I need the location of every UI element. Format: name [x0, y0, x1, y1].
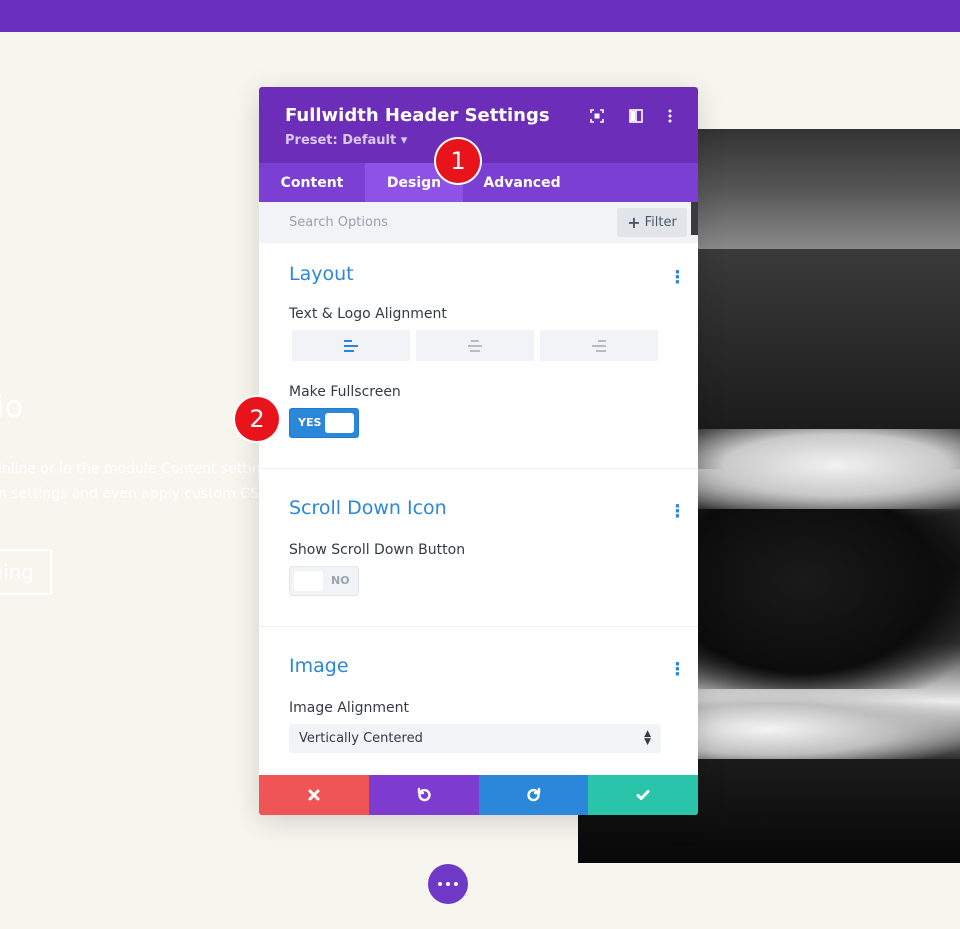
cancel-button[interactable] — [259, 775, 369, 815]
align-left-button[interactable] — [292, 330, 410, 361]
tab-advanced[interactable]: Advanced — [463, 163, 581, 202]
top-admin-bar — [0, 0, 960, 32]
dots-icon — [438, 882, 442, 886]
text-logo-alignment-control — [292, 330, 658, 361]
plus-icon: + — [627, 212, 641, 232]
align-right-icon — [592, 339, 606, 352]
align-right-button[interactable] — [540, 330, 658, 361]
tab-content[interactable]: Content — [259, 163, 365, 202]
annotation-badge-2: 2 — [235, 397, 279, 441]
image-alignment-select[interactable]: Vertically Centered ▲ ▼ — [289, 724, 661, 753]
background-cta-button[interactable]: ning — [0, 549, 52, 595]
background-cta-label: ning — [0, 560, 34, 584]
more-options-icon[interactable] — [661, 107, 679, 125]
section-title-layout[interactable]: Layout — [289, 263, 354, 285]
save-button[interactable] — [588, 775, 698, 815]
align-left-icon — [344, 339, 358, 352]
section-title-scroll-down[interactable]: Scroll Down Icon — [289, 497, 447, 519]
background-text-line: inline or in the module Content settings — [0, 461, 277, 477]
panel-header[interactable]: Fullwidth Header Settings Preset: Defaul… — [259, 87, 698, 163]
section-options-icon[interactable]: · · · — [674, 656, 681, 684]
text-logo-alignment-label: Text & Logo Alignment — [289, 306, 447, 322]
save-icon — [636, 790, 650, 800]
section-title-image[interactable]: Image — [289, 655, 349, 677]
undo-icon — [417, 787, 431, 802]
panel-footer — [259, 775, 698, 815]
make-fullscreen-toggle[interactable]: YES — [289, 408, 359, 438]
preset-selector[interactable]: Preset: Default ▾ — [285, 133, 407, 148]
section-options-icon[interactable]: · · · — [674, 264, 681, 292]
toggle-knob — [294, 571, 323, 591]
background-heading: io — [0, 390, 24, 425]
search-input[interactable] — [259, 202, 615, 243]
show-scroll-down-toggle[interactable]: NO — [289, 566, 359, 596]
redo-icon — [526, 787, 540, 802]
align-center-button[interactable] — [416, 330, 534, 361]
cancel-icon — [308, 789, 320, 801]
align-center-icon — [468, 339, 482, 352]
toggle-state-label: NO — [331, 574, 350, 587]
section-options-icon[interactable]: · · · — [674, 498, 681, 526]
split-view-icon[interactable] — [627, 107, 645, 125]
panel-title: Fullwidth Header Settings — [285, 105, 550, 126]
toggle-state-label: YES — [298, 416, 322, 429]
search-row: + Filter — [259, 202, 698, 243]
image-alignment-label: Image Alignment — [289, 700, 410, 716]
make-fullscreen-label: Make Fullscreen — [289, 384, 401, 400]
fullscreen-icon[interactable] — [588, 107, 606, 125]
undo-button[interactable] — [369, 775, 479, 815]
background-text-line: n settings and even apply custom CSS to — [0, 486, 287, 502]
page-settings-button[interactable] — [428, 864, 468, 904]
settings-panel: Fullwidth Header Settings Preset: Defaul… — [259, 87, 698, 815]
select-value: Vertically Centered — [299, 731, 423, 746]
filter-label: Filter — [644, 215, 677, 230]
toggle-knob — [325, 413, 354, 433]
scrollbar-thumb[interactable] — [691, 202, 698, 235]
filter-button[interactable]: + Filter — [617, 208, 687, 237]
redo-button[interactable] — [479, 775, 588, 815]
annotation-badge-1: 1 — [436, 139, 480, 183]
show-scroll-down-label: Show Scroll Down Button — [289, 542, 466, 558]
select-arrows-icon: ▲ ▼ — [644, 729, 651, 747]
